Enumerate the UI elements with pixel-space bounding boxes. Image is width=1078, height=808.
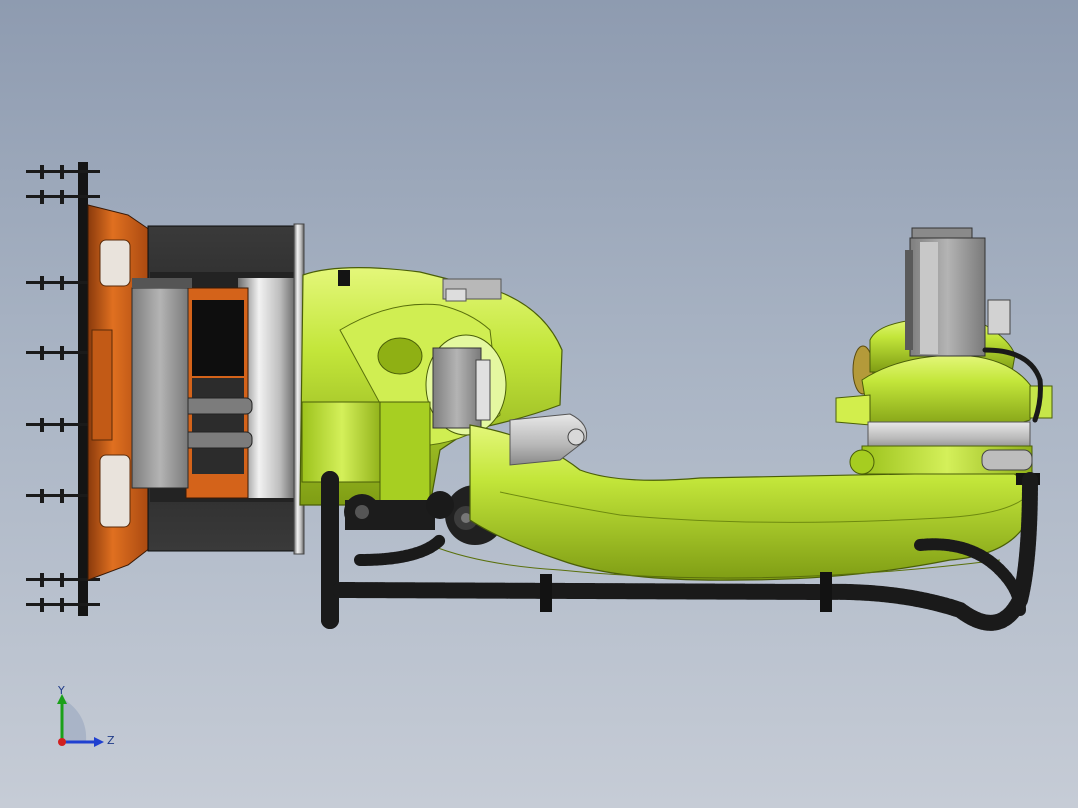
x-axis-dot [58, 738, 66, 746]
robot-arm-model[interactable] [0, 0, 1078, 808]
base-flange[interactable] [26, 162, 151, 616]
z-axis-label: Z [107, 734, 115, 747]
cad-viewport[interactable]: Y Z [0, 0, 1078, 808]
y-axis-label: Y [57, 684, 65, 697]
base-motor-housing[interactable] [131, 223, 305, 555]
coordinate-triad-icon: Y Z [57, 684, 115, 747]
